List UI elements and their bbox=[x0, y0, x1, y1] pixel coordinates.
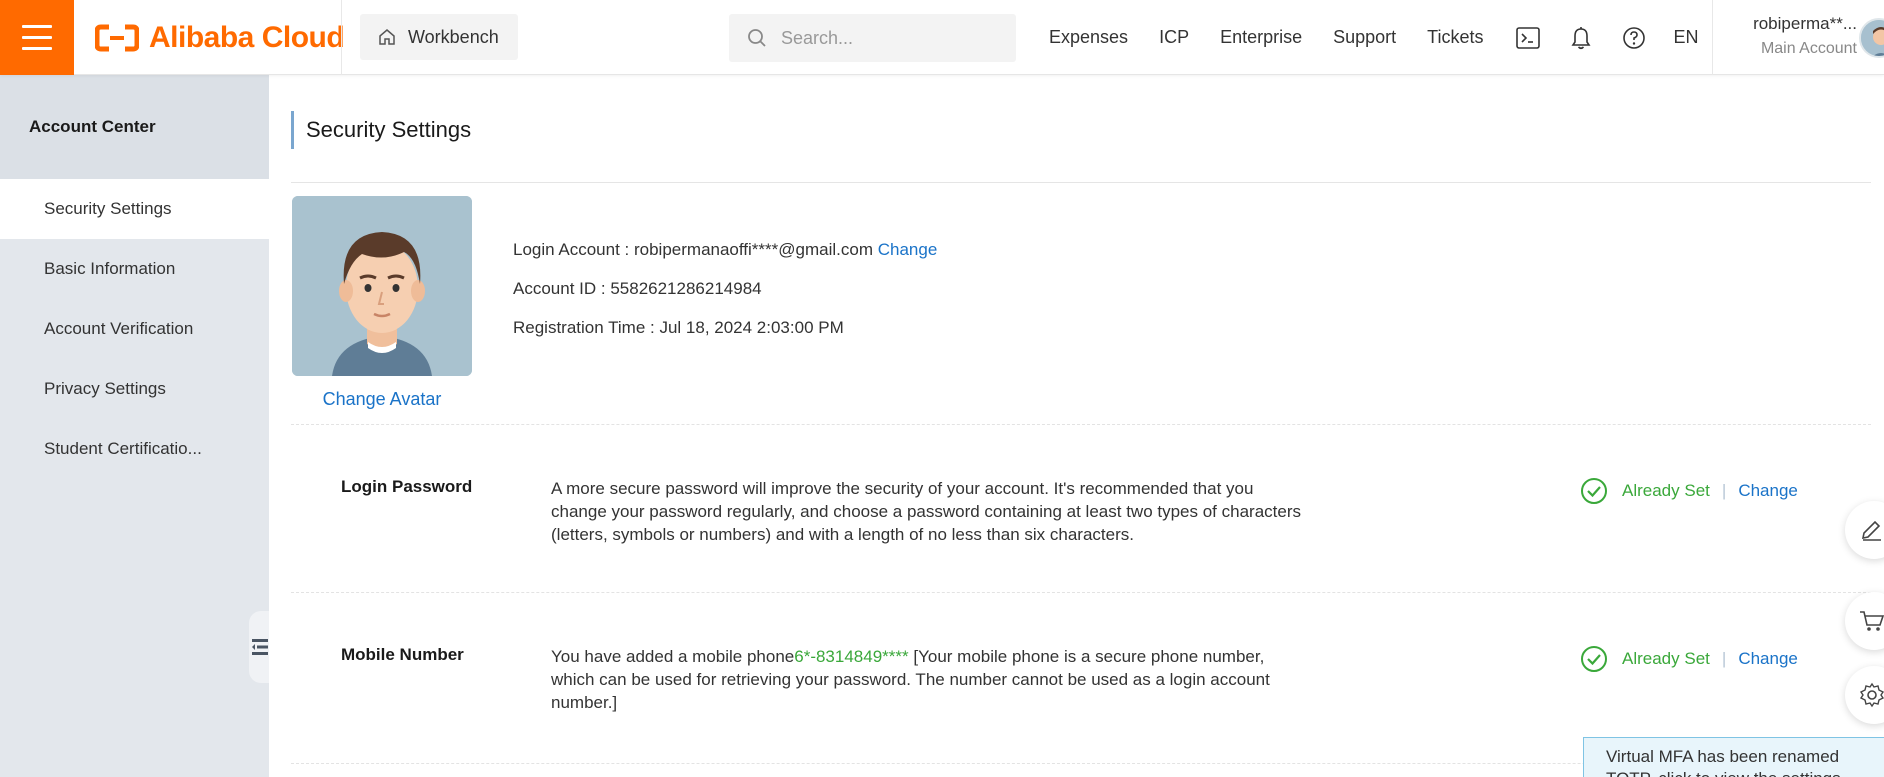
main-content: Security Settings Change Avatar Login Ac… bbox=[269, 75, 1884, 777]
sidebar-title: Account Center bbox=[0, 75, 269, 179]
change-mobile-link[interactable]: Change bbox=[1738, 649, 1798, 669]
workbench-label: Workbench bbox=[408, 26, 499, 47]
change-login-account-link[interactable]: Change bbox=[878, 240, 938, 259]
language-switch[interactable]: EN bbox=[1674, 27, 1699, 48]
account-id-label: Account ID : bbox=[513, 279, 611, 298]
top-nav-links: Expenses ICP Enterprise Support Tickets … bbox=[1049, 0, 1699, 75]
sidebar-item-security-settings[interactable]: Security Settings bbox=[0, 179, 269, 239]
nav-icp[interactable]: ICP bbox=[1159, 27, 1189, 48]
registration-time-value: Jul 18, 2024 2:03:00 PM bbox=[659, 318, 844, 337]
divider bbox=[1712, 0, 1713, 75]
logo-text: Alibaba Cloud bbox=[149, 21, 345, 54]
sidebar-collapse-button[interactable] bbox=[249, 611, 271, 683]
edit-icon bbox=[1861, 520, 1881, 541]
account-info: Login Account : robipermanaoffi****@gmai… bbox=[513, 230, 937, 347]
mobile-desc-prefix: You have added a mobile phone bbox=[551, 647, 795, 666]
login-account-label: Login Account : bbox=[513, 240, 634, 259]
workbench-button[interactable]: Workbench bbox=[360, 14, 518, 60]
nav-support[interactable]: Support bbox=[1333, 27, 1396, 48]
user-role: Main Account bbox=[1760, 40, 1857, 57]
search-input[interactable] bbox=[781, 27, 1001, 49]
top-navigation-bar: Alibaba Cloud Workbench Expenses ICP Ent… bbox=[0, 0, 1884, 75]
help-icon[interactable] bbox=[1621, 25, 1647, 51]
divider bbox=[291, 182, 1871, 183]
avatar[interactable] bbox=[1859, 18, 1884, 58]
terminal-icon[interactable] bbox=[1515, 25, 1541, 51]
logo-mark-icon bbox=[95, 24, 139, 52]
mobile-number-description: You have added a mobile phone6*-8314849*… bbox=[551, 645, 1311, 714]
search-icon bbox=[748, 29, 766, 47]
login-account-value: robipermanaoffi****@gmail.com bbox=[633, 240, 873, 259]
login-password-status: Already Set | Change bbox=[1580, 477, 1798, 505]
user-menu[interactable]: robiperma**... Main Account bbox=[1727, 14, 1857, 58]
login-password-label: Login Password bbox=[341, 477, 473, 496]
login-password-description: A more secure password will improve the … bbox=[551, 479, 1301, 544]
account-id-value: 5582621286214984 bbox=[610, 279, 762, 298]
login-account-line: Login Account : robipermanaoffi****@gmai… bbox=[513, 230, 937, 269]
profile-avatar bbox=[292, 196, 472, 376]
gear-icon bbox=[1859, 682, 1884, 708]
registration-time-line: Registration Time : Jul 18, 2024 2:03:00… bbox=[513, 308, 937, 347]
page-title: Security Settings bbox=[306, 117, 472, 142]
nav-tickets[interactable]: Tickets bbox=[1427, 27, 1483, 48]
status-text: Already Set bbox=[1622, 649, 1710, 668]
cart-icon bbox=[1860, 611, 1884, 631]
check-circle-icon bbox=[1581, 646, 1607, 672]
sidebar: Account Center Security Settings Basic I… bbox=[0, 75, 271, 777]
divider bbox=[341, 0, 342, 75]
mobile-phone-value: 6*-8314849**** bbox=[794, 647, 909, 666]
bell-icon[interactable] bbox=[1568, 25, 1594, 51]
sidebar-item-student-certification[interactable]: Student Certificatio... bbox=[0, 419, 269, 479]
mobile-number-status: Already Set | Change bbox=[1580, 645, 1798, 673]
home-icon bbox=[379, 29, 395, 45]
sidebar-item-basic-information[interactable]: Basic Information bbox=[0, 239, 269, 299]
nav-expenses[interactable]: Expenses bbox=[1049, 27, 1128, 48]
registration-time-label: Registration Time : bbox=[513, 318, 660, 337]
check-circle-icon bbox=[1581, 478, 1607, 504]
search-box[interactable] bbox=[729, 14, 1016, 62]
separator: | bbox=[1721, 481, 1727, 500]
status-text: Already Set bbox=[1622, 481, 1710, 500]
user-name: robiperma**... bbox=[1753, 14, 1857, 33]
sidebar-item-account-verification[interactable]: Account Verification bbox=[0, 299, 269, 359]
change-avatar-link[interactable]: Change Avatar bbox=[292, 389, 472, 410]
sidebar-item-privacy-settings[interactable]: Privacy Settings bbox=[0, 359, 269, 419]
alibaba-cloud-logo[interactable]: Alibaba Cloud bbox=[95, 20, 345, 56]
account-id-line: Account ID : 5582621286214984 bbox=[513, 269, 937, 308]
mfa-rename-notice[interactable]: Virtual MFA has been renamed TOTP, click… bbox=[1583, 737, 1884, 777]
divider bbox=[291, 424, 1871, 425]
change-password-link[interactable]: Change bbox=[1738, 481, 1798, 501]
page-title-block: Security Settings bbox=[291, 111, 471, 149]
separator: | bbox=[1721, 649, 1727, 668]
nav-enterprise[interactable]: Enterprise bbox=[1220, 27, 1302, 48]
divider bbox=[291, 592, 1871, 593]
mobile-number-label: Mobile Number bbox=[341, 645, 464, 664]
hamburger-icon bbox=[22, 21, 52, 54]
menu-button[interactable] bbox=[0, 0, 74, 75]
collapse-icon bbox=[252, 639, 268, 655]
